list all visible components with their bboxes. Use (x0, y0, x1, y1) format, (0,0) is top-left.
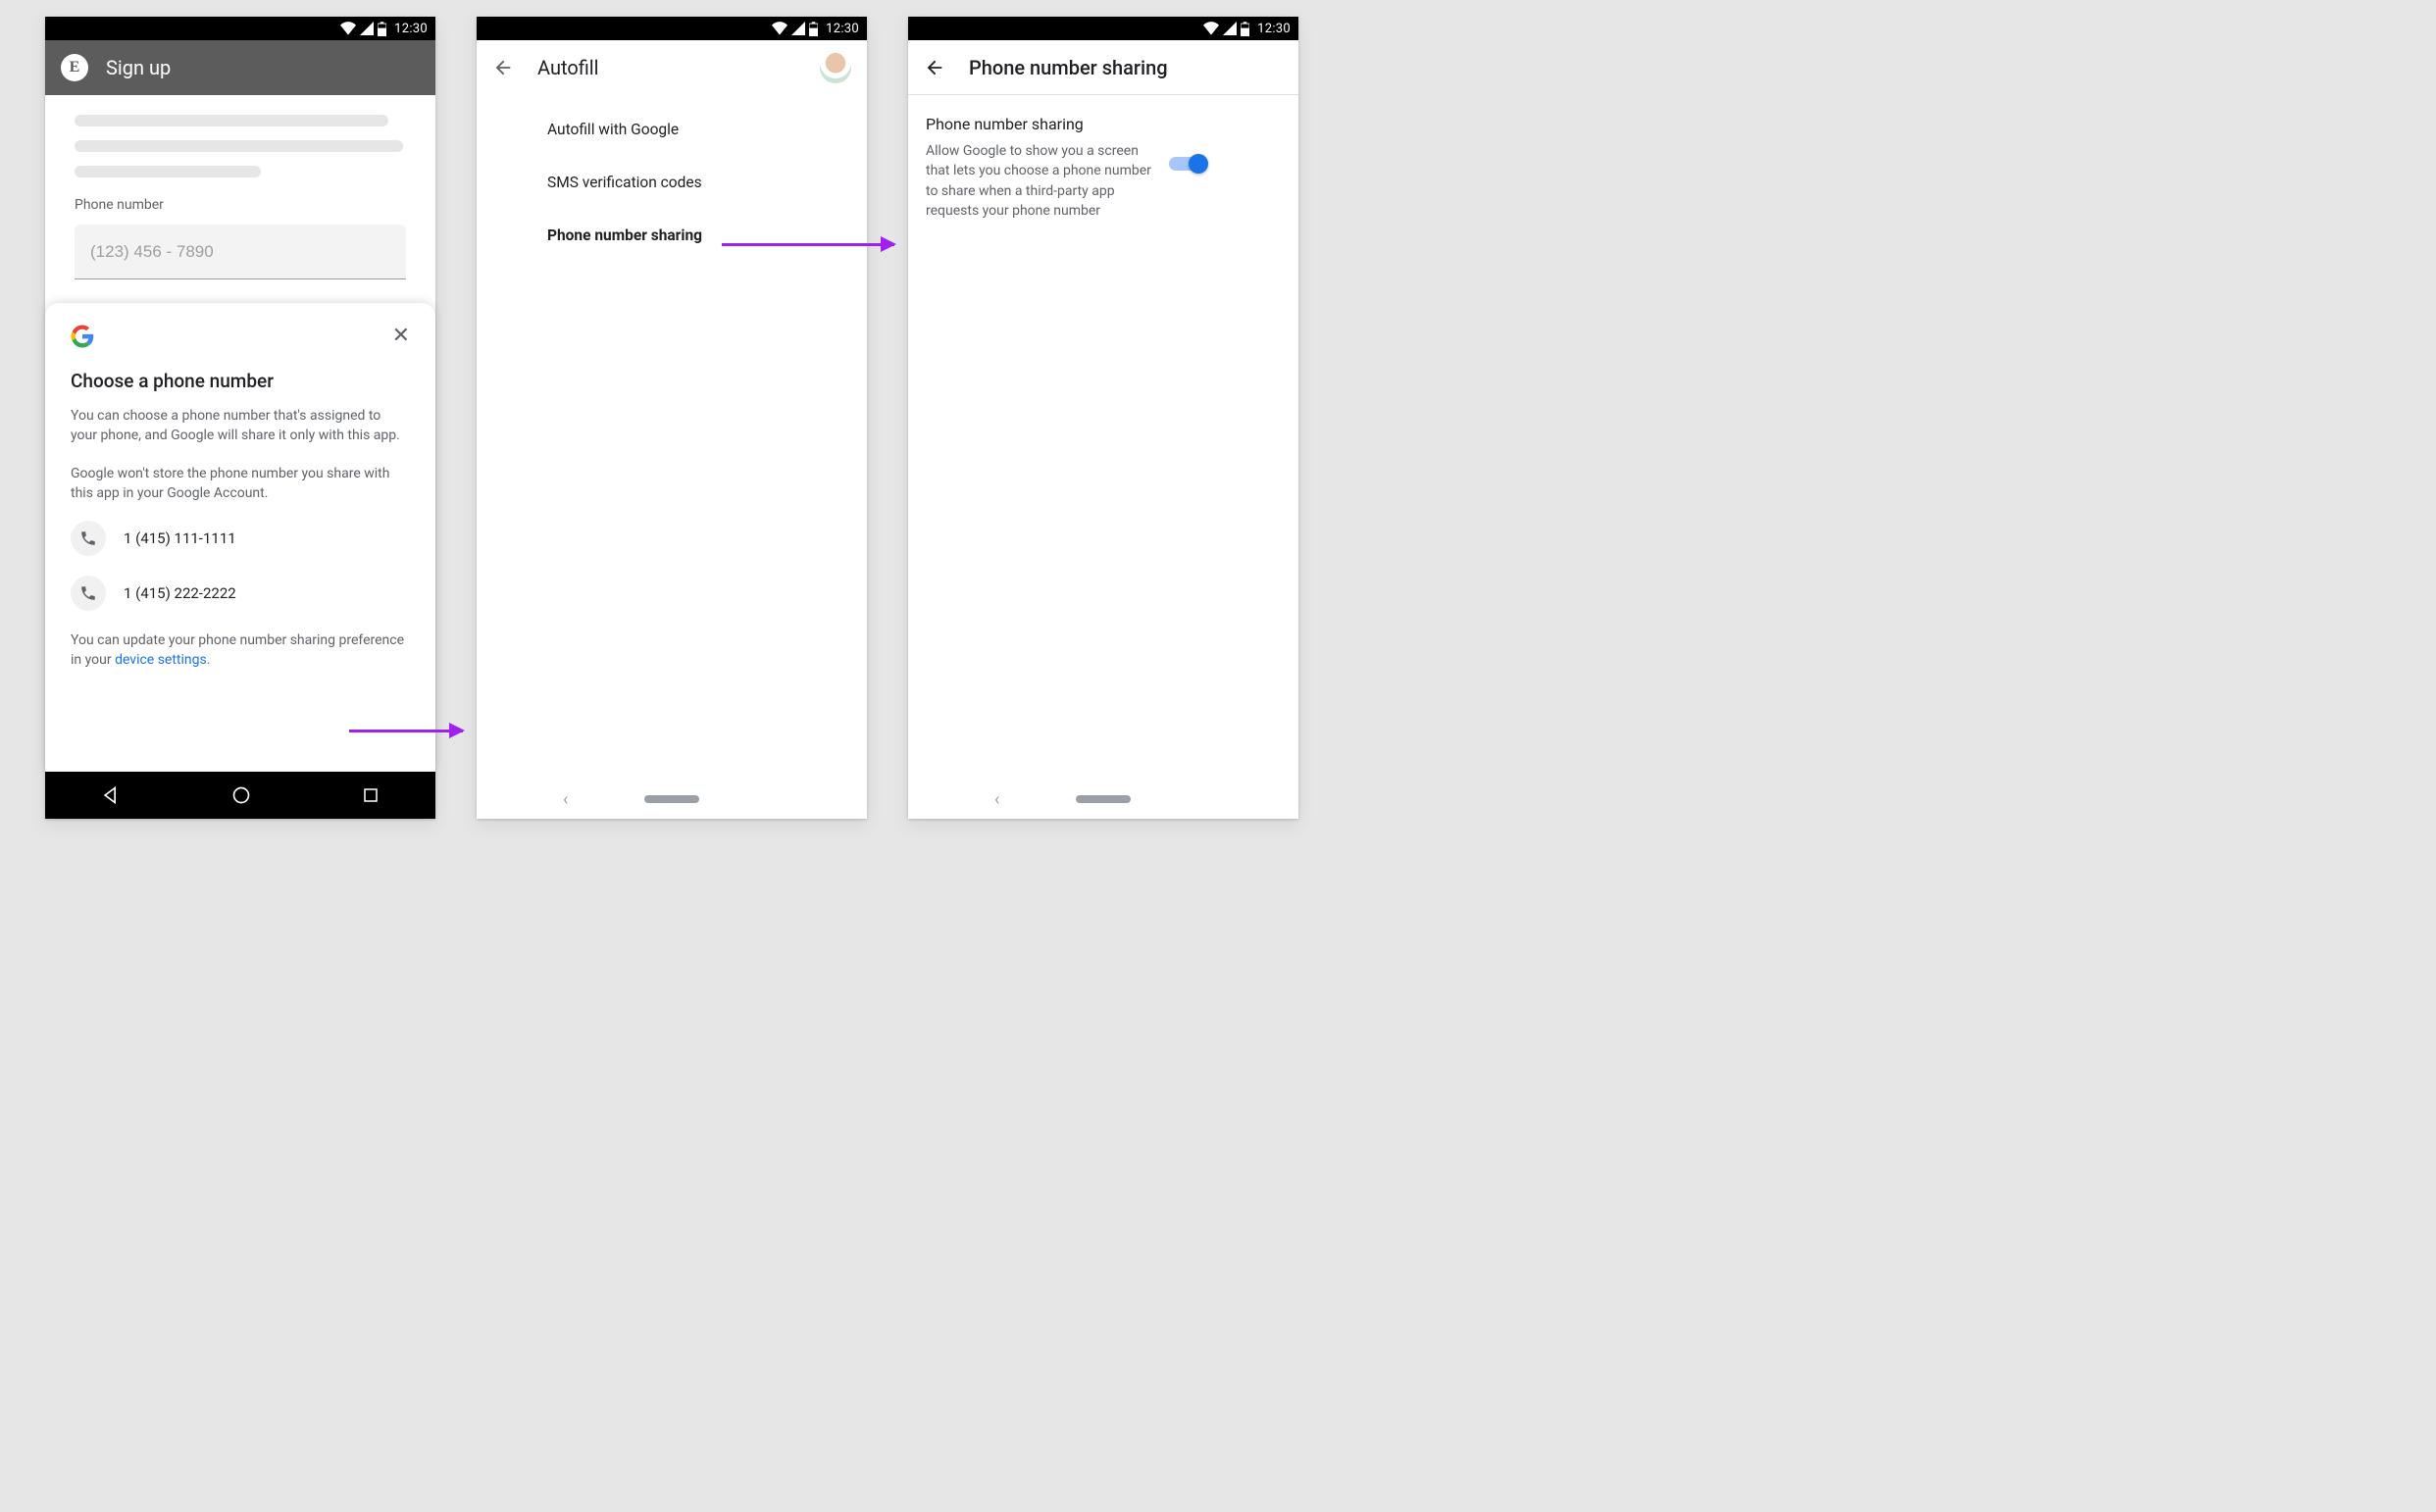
sheet-footer: You can update your phone number sharing… (71, 630, 410, 671)
appbar: E Sign up (45, 40, 435, 95)
placeholder-line (75, 140, 403, 152)
wifi-icon (340, 22, 356, 35)
phone-autofill: 12:30 Autofill Autofill with Google SMS … (477, 17, 867, 819)
status-bar: 12:30 (45, 17, 435, 40)
field-label: Phone number (75, 197, 406, 213)
back-arrow-icon[interactable] (924, 57, 945, 78)
menu-item-sms-codes[interactable]: SMS verification codes (477, 156, 867, 209)
appbar-title: Sign up (106, 56, 171, 79)
app-icon: E (61, 54, 88, 81)
bottom-sheet: ✕ Choose a phone number You can choose a… (45, 303, 435, 772)
phone-option-label: 1 (415) 111-1111 (124, 529, 236, 547)
annotation-arrow (349, 730, 463, 732)
nav-back-icon[interactable]: ‹ (563, 789, 568, 810)
phone-option[interactable]: 1 (415) 222-2222 (71, 576, 410, 611)
settings-row-phone-sharing[interactable]: Phone number sharing Allow Google to sho… (926, 115, 1281, 221)
battery-icon (378, 22, 386, 36)
phone-signup: 12:30 E Sign up Phone number ✕ Choose a … (45, 17, 435, 819)
placeholder-line (75, 115, 388, 126)
avatar[interactable] (820, 52, 851, 83)
close-icon[interactable]: ✕ (392, 326, 410, 347)
placeholder-line (75, 166, 261, 177)
setting-description: Allow Google to show you a screen that l… (926, 141, 1151, 221)
clock: 12:30 (394, 22, 428, 36)
phone-sharing-settings: 12:30 Phone number sharing Phone number … (908, 17, 1298, 819)
appbar-title: Phone number sharing (969, 56, 1168, 79)
clock: 12:30 (1257, 22, 1291, 36)
nav-back-icon[interactable]: ‹ (994, 789, 999, 810)
settings-body: Phone number sharing Allow Google to sho… (908, 95, 1298, 240)
gesture-nav: ‹ (477, 780, 867, 819)
phone-icon (71, 521, 106, 556)
sheet-title: Choose a phone number (71, 370, 410, 392)
cell-icon (1223, 22, 1237, 35)
menu: Autofill with Google SMS verification co… (477, 95, 867, 262)
content: Phone number (45, 95, 435, 279)
phone-input[interactable] (75, 225, 406, 279)
battery-icon (809, 22, 818, 36)
sheet-para: Google won't store the phone number you … (71, 464, 410, 504)
google-logo-icon (71, 325, 94, 348)
battery-icon (1241, 22, 1249, 36)
nav-home-pill[interactable] (644, 795, 699, 803)
menu-item-phone-sharing[interactable]: Phone number sharing (477, 209, 867, 262)
nav-home-pill[interactable] (1076, 795, 1131, 803)
phone-option-label: 1 (415) 222-2222 (124, 584, 236, 602)
toggle-switch[interactable] (1169, 152, 1208, 176)
sheet-para: You can choose a phone number that's ass… (71, 406, 410, 446)
cell-icon (360, 22, 374, 35)
status-bar: 12:30 (477, 17, 867, 40)
appbar: Phone number sharing (908, 40, 1298, 95)
menu-item-autofill-google[interactable]: Autofill with Google (477, 103, 867, 156)
nav-home-icon[interactable] (231, 785, 251, 805)
nav-back-icon[interactable] (101, 785, 121, 805)
status-bar: 12:30 (908, 17, 1298, 40)
back-arrow-icon[interactable] (492, 57, 514, 78)
device-settings-link[interactable]: device settings (115, 652, 207, 668)
annotation-arrow (722, 243, 894, 246)
nav-recent-icon[interactable] (362, 786, 380, 804)
setting-title: Phone number sharing (926, 115, 1151, 133)
wifi-icon (772, 22, 787, 35)
phone-icon (71, 576, 106, 611)
cell-icon (791, 22, 805, 35)
gesture-nav: ‹ (908, 780, 1298, 819)
clock: 12:30 (826, 22, 859, 36)
wifi-icon (1203, 22, 1219, 35)
phone-option[interactable]: 1 (415) 111-1111 (71, 521, 410, 556)
appbar-title: Autofill (537, 56, 599, 79)
appbar: Autofill (477, 40, 867, 95)
nav-bar (45, 772, 435, 819)
